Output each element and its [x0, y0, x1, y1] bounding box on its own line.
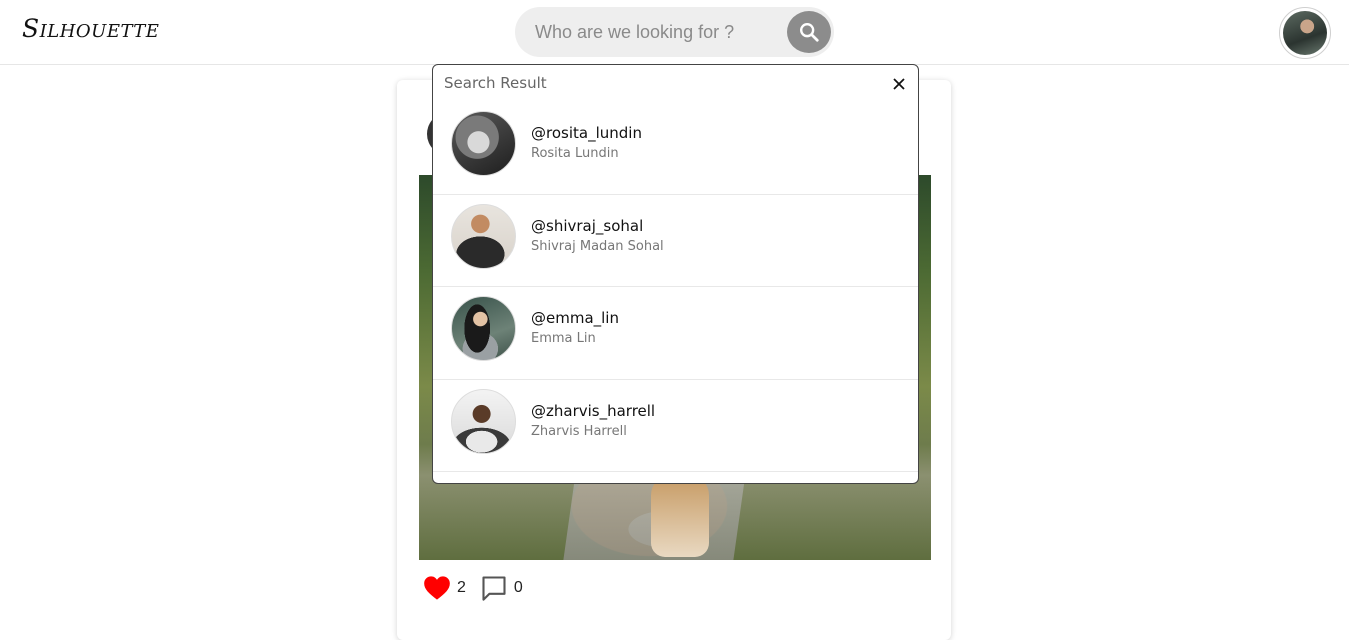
- search-icon: [800, 23, 819, 42]
- search-result-list: @rosita_lundin Rosita Lundin @shivraj_so…: [433, 102, 918, 472]
- avatar: [1283, 11, 1327, 55]
- search-result-item[interactable]: @rosita_lundin Rosita Lundin: [433, 102, 918, 195]
- heart-icon[interactable]: [423, 575, 451, 601]
- search-results-title: Search Result: [444, 74, 547, 92]
- search-results-dropdown: Search Result @rosita_lundin Rosita Lund…: [432, 64, 919, 484]
- result-fullname: Shivraj Madan Sohal: [531, 238, 664, 254]
- search-input[interactable]: [535, 17, 775, 47]
- search-button[interactable]: [787, 11, 831, 53]
- search-result-item[interactable]: @emma_lin Emma Lin: [433, 287, 918, 380]
- result-fullname: Rosita Lundin: [531, 146, 619, 161]
- result-username: @shivraj_sohal: [531, 216, 644, 235]
- result-fullname: Emma Lin: [531, 331, 596, 346]
- result-fullname: Zharvis Harrell: [531, 423, 627, 439]
- result-username: @emma_lin: [531, 309, 619, 327]
- search-result-item[interactable]: @zharvis_harrell Zharvis Harrell: [433, 380, 918, 472]
- comment-icon[interactable]: [480, 574, 508, 602]
- search-result-item[interactable]: @shivraj_sohal Shivraj Madan Sohal: [433, 195, 918, 287]
- avatar: [451, 388, 516, 454]
- result-username: @zharvis_harrell: [531, 401, 656, 420]
- top-navbar: Silhouette: [0, 0, 1349, 65]
- avatar: [451, 203, 516, 269]
- search-bar: [515, 7, 834, 57]
- result-username: @rosita_lundin: [531, 124, 642, 142]
- close-icon: [893, 78, 905, 90]
- close-button[interactable]: [891, 76, 907, 92]
- like-count: 2: [457, 579, 466, 596]
- avatar: [451, 296, 516, 361]
- avatar: [451, 111, 516, 176]
- profile-avatar-button[interactable]: [1279, 7, 1331, 59]
- app-logo[interactable]: Silhouette: [22, 14, 159, 43]
- post-actions: 2 0: [423, 573, 523, 603]
- comment-count: 0: [513, 579, 523, 596]
